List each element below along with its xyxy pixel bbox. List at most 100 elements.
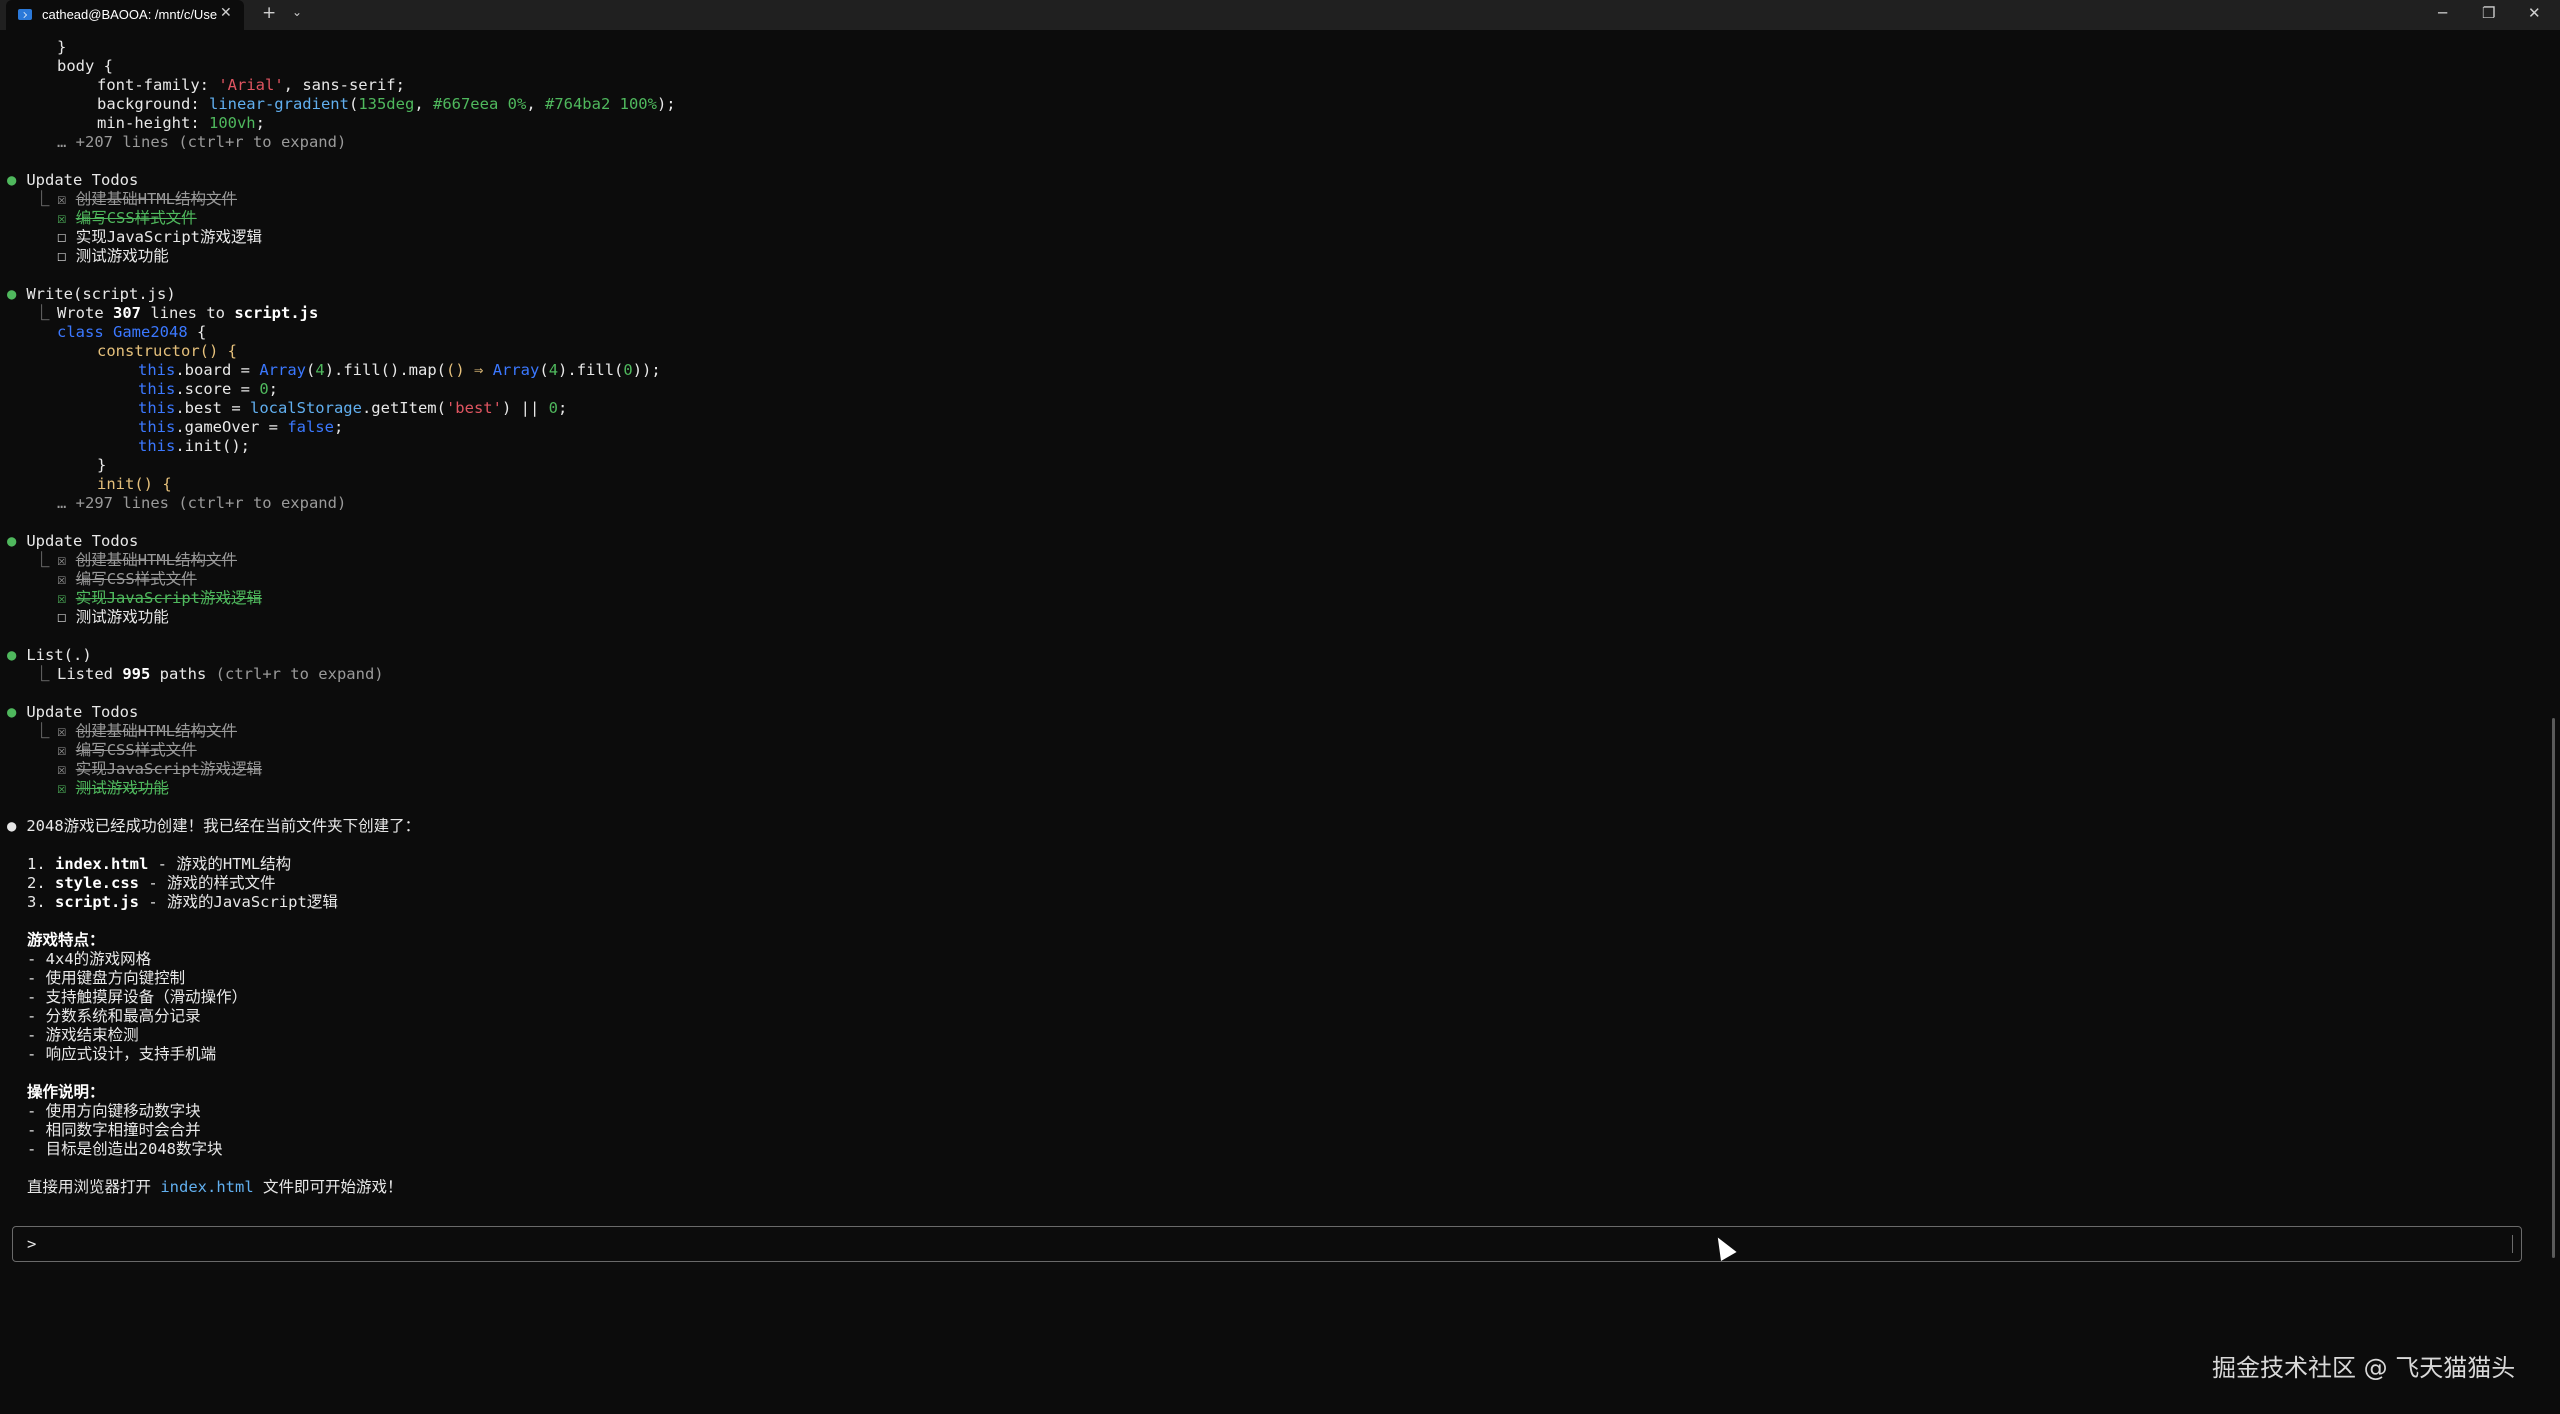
todo-text: 实现JavaScript游戏逻辑 [75,589,263,607]
code-function: init [97,475,135,493]
feature-item: - 分数系统和最高分记录 [27,1007,201,1025]
code-line: body { [57,57,113,76]
feature-item: - 响应式设计，支持手机端 [27,1045,217,1063]
code-text: font-family: [97,76,219,94]
close-window-button[interactable]: ✕ [2528,4,2541,22]
tree-branch-icon: ⎿ [34,304,50,322]
terminal-tab[interactable]: cathead@BAOOA: /mnt/c/Use ✕ [6,0,244,30]
status-bullet-icon: ● [7,646,17,664]
todo-text: 创建基础HTML结构文件 [75,722,238,740]
todo-text: 创建基础HTML结构文件 [75,551,238,569]
expand-hint[interactable]: … +207 lines (ctrl+r to expand) [57,133,346,152]
checkbox-checked-icon: ☒ [57,570,67,588]
result-intro: ● 2048游戏已经成功创建！我已经在当前文件夹下创建了： [7,817,420,836]
write-header: ● Write(script.js) [7,285,176,304]
code-text: )); [632,361,661,379]
file-desc: - 游戏的HTML结构 [148,855,292,873]
code-string: 'Arial' [218,76,284,94]
todo-item: ☐ 测试游戏功能 [57,247,169,266]
todo-text: 实现JavaScript游戏逻辑 [75,760,263,778]
todo-item: ☒ 测试游戏功能 [57,779,169,798]
ops-item: - 目标是创造出2048数字块 [27,1140,223,1158]
file-name: script.js [234,304,319,322]
code-number: 135deg [358,95,415,113]
code-line: background: linear-gradient(135deg, #667… [97,95,676,114]
code-identifier: localStorage [249,399,362,417]
code-keyword: this [138,418,176,436]
minimize-button[interactable]: ─ [2438,4,2447,22]
tool-name: List [26,646,64,664]
code-text: } [97,456,107,474]
code-function: linear-gradient [208,95,349,113]
todo-text: 实现JavaScript游戏逻辑 [75,228,263,246]
code-line: this.board = Array(4).fill().map(() ⇒ Ar… [138,361,661,380]
code-line: this.init(); [138,437,250,456]
todo-text: 编写CSS样式文件 [75,570,197,588]
file-name: index.html [55,855,149,873]
code-text: ( [306,361,316,379]
status-bullet-icon: ● [7,703,17,721]
todo-item: ☐ 实现JavaScript游戏逻辑 [57,228,262,247]
terminal-output[interactable]: } body { font-family: 'Arial', sans-seri… [0,30,2540,1230]
features-title: 游戏特点： [27,931,105,949]
todo-item: ☒ 实现JavaScript游戏逻辑 [57,760,262,779]
code-keyword: this [138,380,176,398]
code-line: } [97,456,106,475]
code-keyword: false [287,418,334,436]
todo-title: Update Todos [26,171,139,189]
summary-text: lines to [141,304,235,322]
code-line: class Game2048 { [57,323,206,342]
file-list-item: 3. script.js - 游戏的JavaScript逻辑 [27,893,338,912]
scrollbar[interactable] [2552,718,2555,1258]
code-keyword: this [138,437,176,455]
code-text: ).fill( [558,361,624,379]
line-count: 307 [113,304,141,322]
path-count: 995 [122,665,151,683]
new-tab-button[interactable]: + [262,3,276,23]
summary-text: Listed [57,665,123,683]
tool-name: Write [26,285,74,303]
code-text: .best = [175,399,250,417]
todo-item: ☒ 编写CSS样式文件 [57,570,197,589]
tree-branch-icon: ⎿ [34,665,50,683]
text-cursor [2512,1235,2513,1253]
tree-branch-icon: ⎿ [34,722,50,740]
code-text: body { [57,57,113,75]
code-text: .getItem( [361,399,446,417]
code-line: } [57,38,66,57]
file-desc: - 游戏的JavaScript逻辑 [139,893,338,911]
todo-item: ☒ 创建基础HTML结构文件 [57,722,237,741]
tab-close-icon[interactable]: ✕ [220,5,232,21]
list-header: ● List(.) [7,646,92,665]
list-summary: Listed 995 paths (ctrl+r to expand) [57,665,384,684]
tool-arg: (script.js) [73,285,176,303]
code-text: , [526,95,545,113]
list-number: 2. [27,874,55,892]
code-text: , sans-serif; [283,76,405,94]
closing-text: 直接用浏览器打开 [27,1178,161,1196]
file-name: index.html [160,1178,254,1196]
file-name: script.js [55,893,139,911]
file-desc: - 游戏的样式文件 [139,874,276,892]
checkbox-checked-icon: ☒ [57,589,67,607]
code-text: min-height: [97,114,209,132]
maximize-button[interactable]: ❐ [2482,4,2495,22]
chevron-down-icon[interactable]: ⌄ [292,5,302,19]
summary-text: paths [150,665,216,683]
terminal-icon [18,9,32,20]
checkbox-empty-icon: ☐ [57,228,67,246]
expand-hint[interactable]: … +297 lines (ctrl+r to expand) [57,494,346,513]
status-bullet-icon: ● [7,171,17,189]
expand-hint[interactable]: (ctrl+r to expand) [216,665,384,683]
checkbox-checked-icon: ☒ [57,722,67,740]
code-text: .board = [175,361,260,379]
checkbox-checked-icon: ☒ [57,551,67,569]
todo-text: 测试游戏功能 [75,779,169,797]
list-number: 1. [27,855,55,873]
code-class-name: Array [492,361,540,379]
code-text: ); [656,95,676,113]
ops-title: 操作说明： [27,1083,105,1101]
prompt-input[interactable]: > [12,1226,2522,1262]
code-line: constructor() { [97,342,237,361]
code-number: 0 [623,361,633,379]
